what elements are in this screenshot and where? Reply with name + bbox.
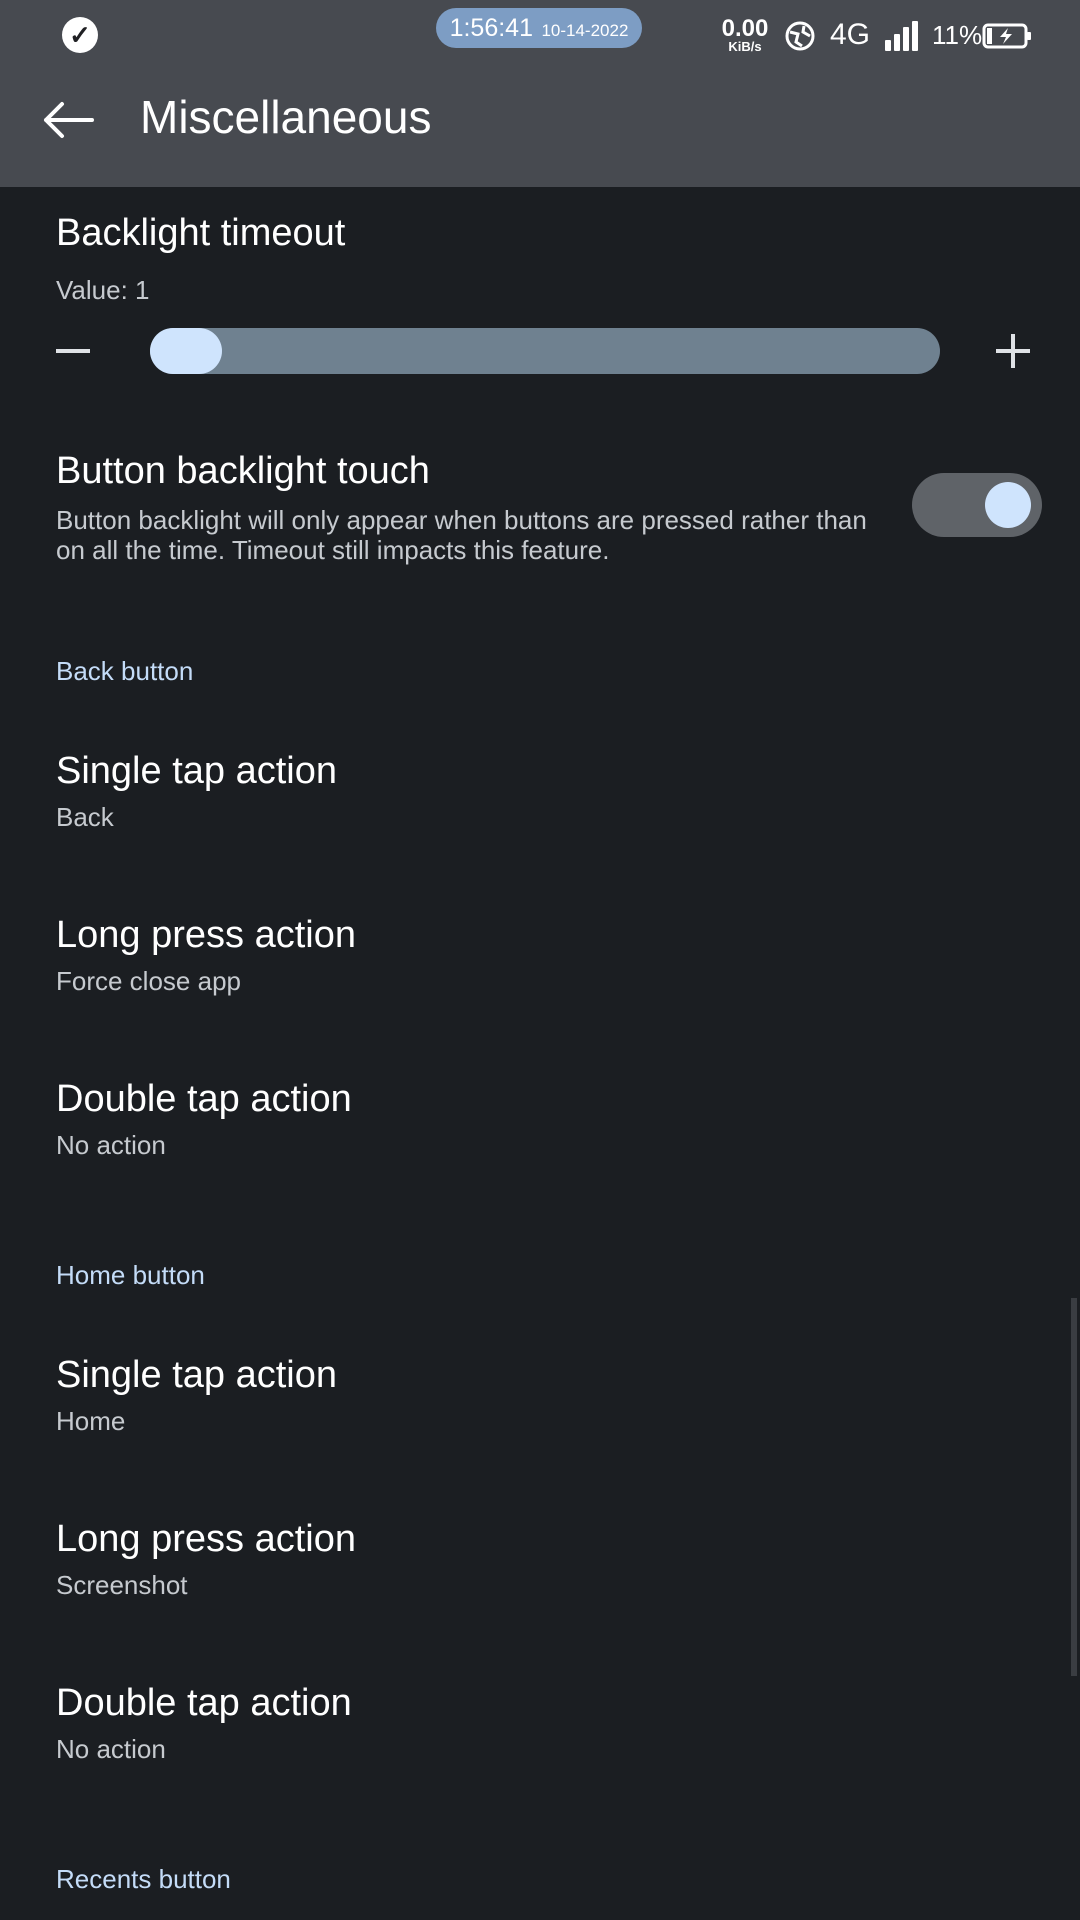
net-speed-value: 0.00: [721, 15, 769, 42]
home-single-tap-title[interactable]: Single tap action: [56, 1354, 337, 1397]
backlight-timeout-title: Backlight timeout: [56, 212, 346, 254]
battery-charging-icon: [982, 23, 1031, 49]
battery-percent: 11%: [932, 20, 983, 50]
status-bar: ✓ 1:56:41 10-14-2022 0.00 KiB/s 4G 11%: [0, 0, 1080, 72]
globe-icon: [785, 21, 815, 51]
app-logo-icon: ✓: [62, 17, 98, 53]
button-backlight-touch-toggle[interactable]: [912, 473, 1042, 537]
toggle-knob: [985, 482, 1031, 528]
home-long-press-value: Screenshot: [56, 1570, 188, 1600]
status-clock: 1:56:41 10-14-2022: [436, 8, 642, 48]
button-backlight-touch-title[interactable]: Button backlight touch: [56, 450, 430, 493]
page-title: Miscellaneous: [140, 91, 432, 143]
back-long-press-value: Force close app: [56, 966, 241, 996]
back-single-tap-title[interactable]: Single tap action: [56, 750, 337, 793]
back-long-press-title[interactable]: Long press action: [56, 914, 356, 957]
network-type: 4G: [830, 18, 871, 51]
home-long-press-title[interactable]: Long press action: [56, 1518, 356, 1561]
net-speed: 0.00 KiB/s: [718, 15, 772, 54]
slider-thumb[interactable]: [150, 328, 222, 374]
back-single-tap-value: Back: [56, 802, 114, 832]
back-arrow-icon[interactable]: [40, 100, 96, 140]
home-double-tap-value: No action: [56, 1734, 166, 1764]
scrollbar[interactable]: [1071, 1298, 1077, 1676]
back-double-tap-title[interactable]: Double tap action: [56, 1078, 352, 1121]
back-double-tap-value: No action: [56, 1130, 166, 1160]
signal-icon: [885, 21, 918, 51]
button-backlight-touch-description: Button backlight will only appear when b…: [56, 505, 867, 565]
section-header-back-button: Back button: [56, 656, 194, 686]
section-header-recents-button: Recents button: [56, 1864, 231, 1894]
backlight-timeout-value: Value: 1: [56, 275, 150, 305]
section-header-home-button: Home button: [56, 1260, 205, 1290]
status-time: 1:56:41: [449, 14, 533, 42]
increase-icon[interactable]: [996, 334, 1030, 368]
decrease-icon[interactable]: [56, 349, 90, 353]
status-date: 10-14-2022: [541, 21, 629, 40]
home-double-tap-title[interactable]: Double tap action: [56, 1682, 352, 1725]
home-single-tap-value: Home: [56, 1406, 126, 1436]
backlight-timeout-slider[interactable]: [150, 328, 940, 374]
